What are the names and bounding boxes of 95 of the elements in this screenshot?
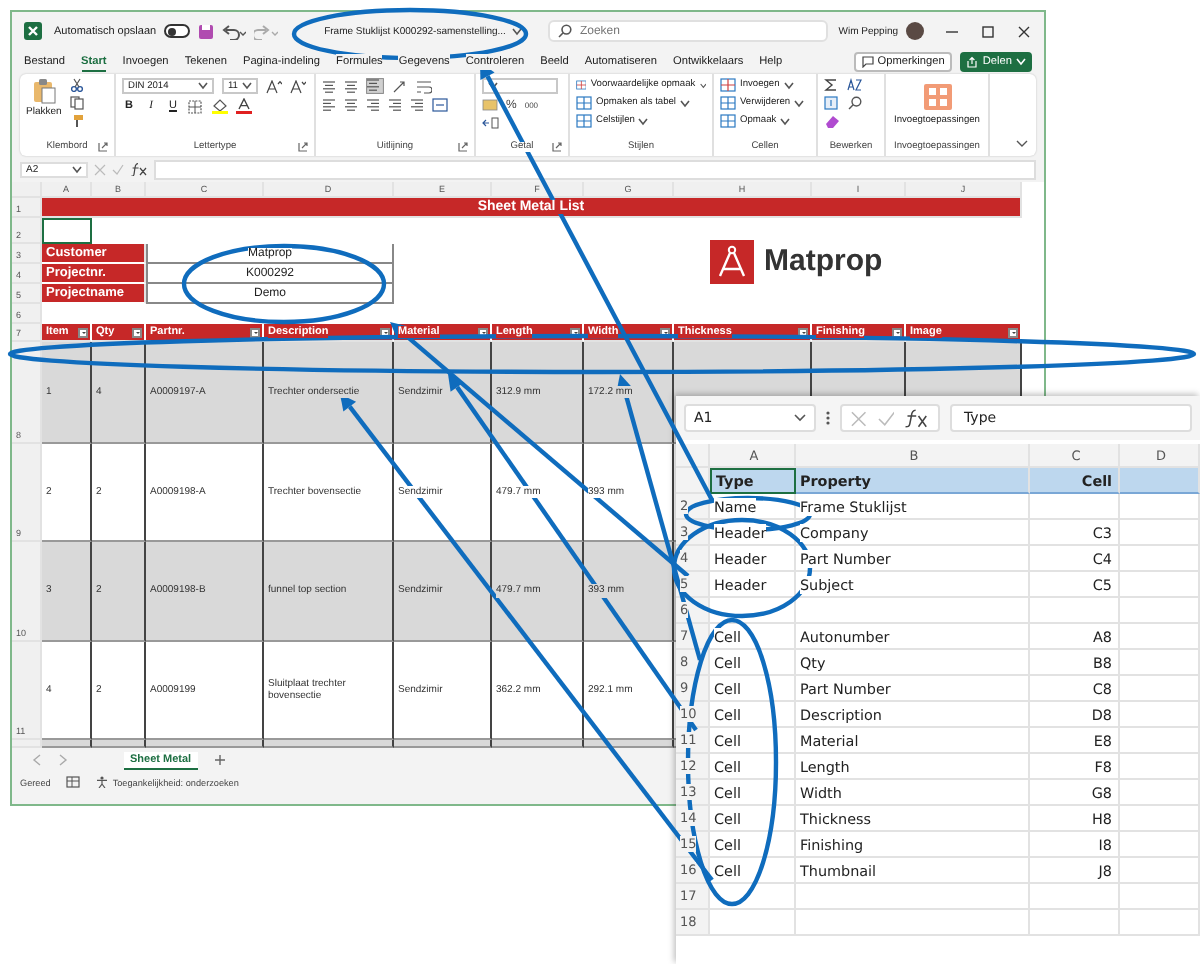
autosave-toggle[interactable] — [164, 24, 191, 38]
compass-logo-icon — [710, 239, 754, 283]
column-title-cell — [1120, 468, 1200, 494]
caret-icon — [1016, 58, 1026, 66]
filter-button[interactable] — [380, 327, 390, 337]
find-icon[interactable] — [848, 96, 862, 110]
table-cell — [1120, 806, 1200, 832]
filter-button[interactable] — [132, 327, 142, 337]
orientation-icon[interactable] — [392, 79, 408, 93]
copy-icon[interactable] — [69, 96, 84, 110]
table-icon — [576, 96, 592, 110]
format-icon — [720, 114, 736, 128]
caret-icon — [488, 82, 498, 90]
sort-filter-icon[interactable] — [846, 78, 862, 92]
search-icon — [557, 24, 572, 38]
filter-button[interactable] — [78, 327, 88, 337]
delete-icon — [720, 96, 736, 110]
grow-font-icon[interactable] — [265, 79, 282, 93]
comment-icon — [861, 56, 874, 68]
sum-icon[interactable] — [824, 78, 838, 92]
caret-icon — [198, 82, 208, 90]
align-center-icon[interactable] — [344, 98, 358, 112]
caret-icon — [699, 81, 706, 89]
merge-center-icon[interactable] — [432, 98, 448, 112]
wrap-text-icon[interactable] — [416, 79, 432, 93]
table-cell — [1120, 884, 1200, 910]
filter-button[interactable] — [1008, 327, 1018, 337]
caret-icon — [241, 82, 252, 90]
table-cell — [1120, 676, 1200, 702]
table-cell — [1120, 650, 1200, 676]
selected-cell[interactable] — [42, 218, 92, 244]
table-cell — [1030, 884, 1120, 910]
table-cell — [1120, 728, 1200, 754]
formula-input-field[interactable] — [154, 159, 1036, 179]
filter-button[interactable] — [798, 327, 808, 337]
filter-button[interactable] — [478, 327, 488, 337]
dialog-launcher-icon[interactable] — [298, 142, 308, 152]
table-cell — [1120, 858, 1200, 884]
table-cell — [1030, 910, 1120, 936]
table-cell — [1120, 520, 1200, 546]
filter-button[interactable] — [660, 327, 670, 337]
undo-icon[interactable] — [222, 23, 247, 39]
filter-button[interactable] — [250, 327, 260, 337]
collapse-ribbon-icon[interactable] — [1016, 140, 1028, 148]
table-cell — [1030, 494, 1120, 520]
table-cell — [1120, 780, 1200, 806]
insert-function-icon[interactable] — [130, 162, 148, 176]
caret-icon — [511, 27, 522, 35]
align-bottom-icon[interactable] — [366, 78, 384, 94]
share-icon — [966, 56, 979, 68]
borders-icon[interactable] — [188, 99, 204, 113]
table-cell — [1120, 494, 1200, 520]
table-cell — [710, 910, 796, 936]
align-left-icon[interactable] — [322, 98, 336, 112]
macro-record-icon[interactable] — [66, 776, 81, 788]
shrink-font-icon[interactable] — [289, 79, 306, 93]
spreadsheet-app-icon — [24, 22, 42, 40]
cell-styles-icon — [576, 114, 592, 128]
scissors-icon[interactable] — [69, 78, 84, 92]
dialog-launcher-icon[interactable] — [98, 142, 108, 152]
eraser-icon[interactable] — [824, 114, 840, 128]
accessibility-icon — [96, 776, 109, 788]
table-cell — [1120, 546, 1200, 572]
table-cell — [1120, 572, 1200, 598]
number-format-dropdown[interactable] — [482, 78, 558, 94]
caret-icon — [72, 165, 82, 173]
close-icon[interactable] — [1016, 23, 1032, 39]
dialog-launcher-icon[interactable] — [552, 142, 562, 152]
avatar-icon[interactable] — [906, 22, 924, 40]
align-top-icon[interactable] — [322, 79, 336, 93]
font-color-icon[interactable] — [236, 98, 252, 114]
table-cell — [1030, 598, 1120, 624]
logo-text: Matprop — [764, 244, 883, 278]
increase-decimal-icon[interactable] — [482, 116, 500, 130]
format-painter-icon[interactable] — [69, 114, 84, 128]
add-sheet-icon[interactable] — [213, 754, 226, 766]
table-cell — [1120, 754, 1200, 780]
filter-button[interactable] — [570, 327, 580, 337]
increase-indent-icon[interactable] — [410, 98, 424, 112]
add-ins-icon — [923, 84, 951, 110]
dialog-launcher-icon[interactable] — [458, 142, 468, 152]
save-icon[interactable] — [198, 23, 215, 39]
caret-icon — [638, 117, 649, 125]
align-right-icon[interactable] — [366, 98, 380, 112]
caret-icon — [794, 414, 806, 422]
filter-button[interactable] — [892, 327, 902, 337]
table-cell — [1120, 598, 1200, 624]
table-cell — [1120, 702, 1200, 728]
table-cell — [1120, 832, 1200, 858]
maximize-icon[interactable] — [980, 23, 996, 39]
align-middle-icon[interactable] — [344, 79, 358, 93]
table-cell — [1120, 624, 1200, 650]
insert-function-icon[interactable] — [904, 408, 930, 428]
decrease-indent-icon[interactable] — [388, 98, 402, 112]
fill-color-icon[interactable] — [212, 98, 228, 114]
